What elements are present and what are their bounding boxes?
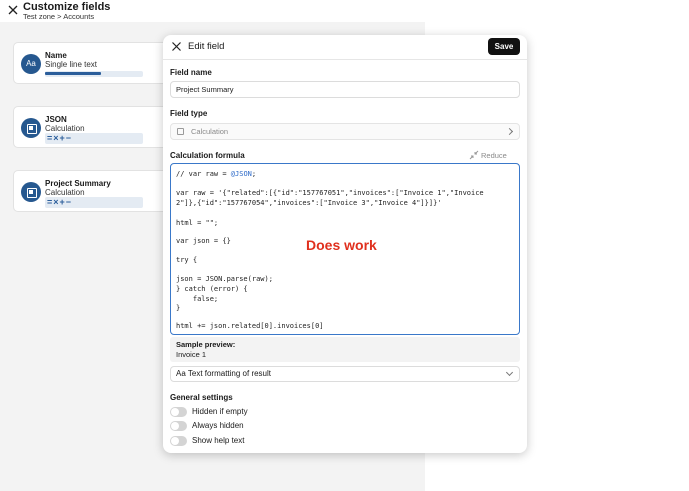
toggle-hidden-if-empty[interactable]: Hidden if empty (170, 407, 370, 418)
divider (163, 59, 527, 60)
text-format-label: Aa Text formatting of result (176, 369, 272, 378)
field-card-title: JSON (45, 115, 67, 124)
calculation-operators: =×+− (45, 133, 143, 144)
field-type-select[interactable]: Calculation (170, 123, 520, 140)
toggle-show-help-text[interactable]: Show help text (170, 436, 370, 447)
field-card-type: Single line text (45, 60, 98, 69)
chevron-right-icon (505, 127, 514, 136)
field-card-type: Calculation (45, 124, 85, 133)
edit-field-modal: Edit field Save Field name Project Summa… (163, 35, 527, 453)
field-preview-bar (45, 72, 101, 75)
toggle-label: Show help text (192, 436, 245, 445)
text-type-icon: Aa (21, 54, 41, 74)
field-card-type: Calculation (45, 188, 85, 197)
code-line: false; (176, 295, 219, 303)
field-name-label: Field name (170, 68, 212, 77)
field-card-title: Project Summary (45, 179, 111, 188)
toggle-switch[interactable] (170, 436, 187, 446)
code-line: json = JSON.parse(raw); (176, 275, 273, 283)
calculation-icon (21, 182, 41, 202)
close-icon[interactable] (6, 3, 20, 17)
text-format-select[interactable]: Aa Text formatting of result (170, 366, 520, 382)
sample-preview: Sample preview: Invoice 1 (170, 337, 520, 362)
calculation-icon (21, 118, 41, 138)
field-card-title: Name (45, 51, 67, 60)
field-card-project-summary[interactable]: Project Summary Calculation =×+− (13, 170, 173, 212)
breadcrumb[interactable]: Test zone > Accounts (23, 12, 94, 21)
field-name-input[interactable]: Project Summary (170, 81, 520, 98)
reduce-button[interactable]: Reduce (481, 151, 507, 160)
preview-label: Sample preview: (176, 340, 236, 349)
formula-label: Calculation formula (170, 151, 245, 160)
modal-title: Edit field (188, 41, 225, 52)
calculation-icon (177, 128, 184, 135)
code-line: // var raw = @JSON; (176, 170, 257, 178)
toggle-label: Hidden if empty (192, 407, 248, 416)
code-line: } catch (error) { (176, 285, 248, 293)
general-settings-label: General settings (170, 393, 233, 402)
code-line: html += json.related[0].invoices[0] (176, 322, 324, 330)
collapse-icon[interactable] (469, 150, 479, 160)
toggle-switch[interactable] (170, 421, 187, 431)
field-card-json[interactable]: JSON Calculation =×+− (13, 106, 173, 148)
preview-value: Invoice 1 (176, 350, 207, 359)
code-line: var json = {} (176, 237, 231, 245)
calculation-operators: =×+− (45, 197, 143, 208)
top-header: Customize fields Test zone > Accounts (0, 0, 689, 22)
field-token: @JSON (230, 170, 252, 178)
field-card-name[interactable]: Aa Name Single line text (13, 42, 173, 84)
toggle-always-hidden[interactable]: Always hidden (170, 421, 370, 432)
close-icon[interactable] (171, 41, 182, 52)
code-line: html = ""; (176, 219, 219, 227)
field-type-label: Field type (170, 109, 208, 118)
save-button[interactable]: Save (488, 38, 520, 55)
code-line: try { (176, 256, 198, 264)
formula-editor[interactable]: // var raw = @JSON; var raw = '{"related… (170, 163, 520, 335)
code-line: var raw = '{"related":[{"id":"157767051"… (176, 189, 484, 197)
toggle-label: Always hidden (192, 421, 244, 430)
annotation-text: Does work (306, 237, 377, 253)
toggle-switch[interactable] (170, 407, 187, 417)
chevron-down-icon (505, 368, 514, 377)
code-line: 2"]},{"id":"157767054","invoices":["Invo… (176, 199, 442, 207)
field-type-value: Calculation (191, 127, 229, 136)
code-line: } (176, 304, 181, 312)
